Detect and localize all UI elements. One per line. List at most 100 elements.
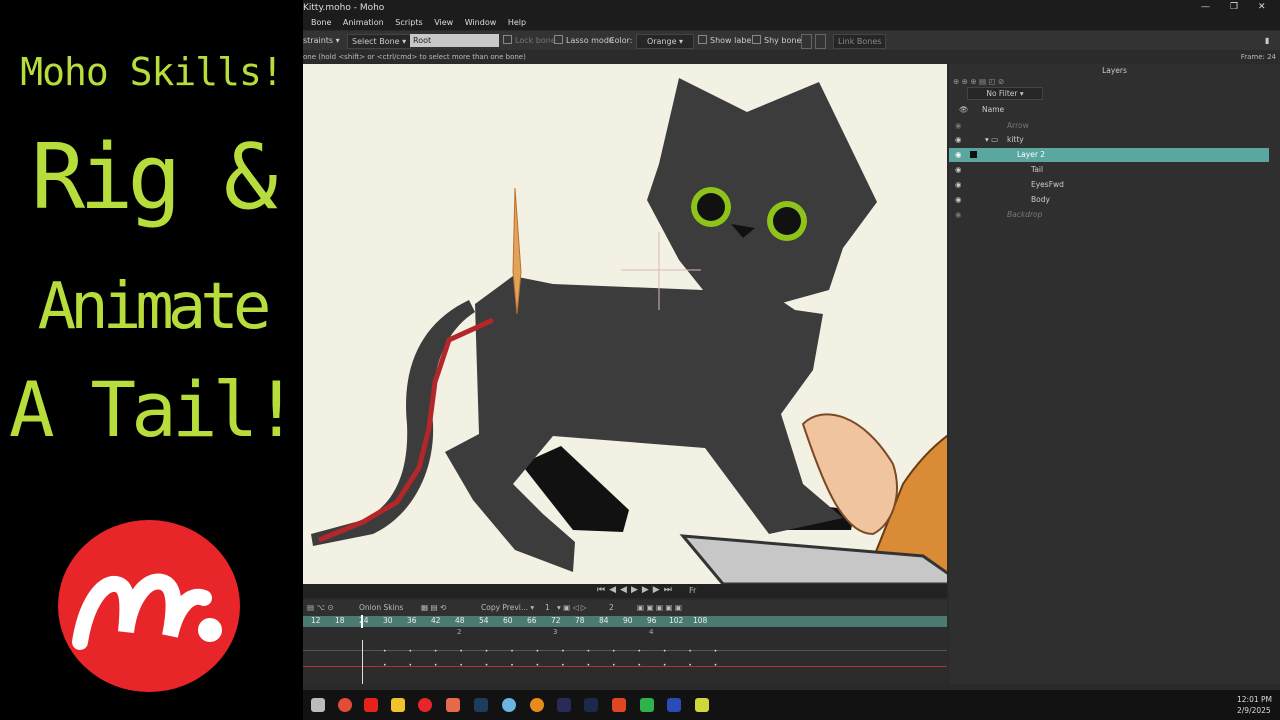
- shy-bone-label: Shy bone: [764, 36, 802, 45]
- playhead[interactable]: [361, 615, 363, 628]
- photoshop-icon[interactable]: [474, 698, 488, 712]
- timeline-tool-icons[interactable]: ▤ ⌥ ⊙: [307, 603, 334, 612]
- bone-mirror-icon[interactable]: [815, 34, 826, 49]
- second-marker: 3: [553, 628, 558, 636]
- eye-icon[interactable]: ◉: [955, 193, 962, 207]
- timeline-ruler[interactable]: 12 18 24 30 36 42 48 54 60 66 72 78 84 9…: [303, 615, 947, 628]
- bone-strength-icon[interactable]: [801, 34, 812, 49]
- moho-logo-icon: [72, 573, 222, 650]
- eye-column-icon: 👁: [959, 105, 969, 114]
- moho-app-window: Kitty.moho - Moho — ❐ ✕ Bone Animation S…: [303, 0, 1280, 720]
- stage-canvas[interactable]: [303, 64, 947, 584]
- promo-line-1: Moho Skills!: [20, 50, 284, 94]
- constraints-dropdown[interactable]: straints ▾: [303, 34, 340, 47]
- bone-name-field[interactable]: Root: [410, 34, 499, 47]
- menu-window[interactable]: Window: [465, 18, 497, 27]
- camtasia-icon[interactable]: [640, 698, 654, 712]
- layer-color-swatch: [970, 151, 977, 158]
- windows-icon[interactable]: [311, 698, 325, 712]
- step-icons[interactable]: ▾ ▣ ◁ ▷: [557, 603, 587, 612]
- taskbar: 12:01 PM 2/9/2025: [303, 690, 1280, 720]
- keyframes[interactable]: • • • • • • • • • • • • • •: [383, 648, 727, 655]
- step-field[interactable]: 1: [545, 603, 550, 612]
- misc-icon[interactable]: [695, 698, 709, 712]
- lasso-check-icon: [554, 35, 563, 44]
- minimize-button[interactable]: —: [1201, 2, 1210, 12]
- eye-icon[interactable]: ◉: [955, 119, 962, 133]
- select-bone-dropdown[interactable]: Select Bone ▾: [347, 34, 412, 49]
- copy-preview-dropdown[interactable]: Copy Previ... ▾: [481, 603, 534, 612]
- layer-row[interactable]: ◉ ▾ ▭ kitty: [949, 133, 1269, 147]
- show-label-checkbox[interactable]: Show label: [698, 34, 753, 47]
- timeline-key-icons[interactable]: ▦ ▤ ⟲: [421, 603, 446, 612]
- menu-animation[interactable]: Animation: [343, 18, 384, 27]
- shy-bone-checkbox[interactable]: Shy bone: [752, 34, 801, 47]
- lock-bone-checkbox[interactable]: Lock bone: [503, 34, 556, 47]
- vegas-icon[interactable]: [667, 698, 681, 712]
- clock-time[interactable]: 12:01 PM: [1237, 695, 1272, 704]
- ruler-tick: 36: [407, 616, 417, 625]
- layers-toolbar: ⊕ ⊕ ⊕ ▤ ◰ ⊘: [953, 77, 1005, 86]
- menu-view[interactable]: View: [434, 18, 453, 27]
- layer-name: Layer 2: [1017, 150, 1046, 159]
- layer-name: Arrow: [1007, 121, 1029, 130]
- keyframes[interactable]: • • • • • • • • • • • • • •: [383, 662, 727, 669]
- menu-help[interactable]: Help: [508, 18, 526, 27]
- panel-toggle-icon[interactable]: ▮: [1265, 34, 1274, 47]
- shy-bone-check-icon: [752, 35, 761, 44]
- menu-scripts[interactable]: Scripts: [395, 18, 422, 27]
- layer-name: EyesFwd: [1031, 180, 1064, 189]
- close-button[interactable]: ✕: [1258, 2, 1266, 12]
- name-column-header[interactable]: Name: [982, 105, 1004, 114]
- link-bones-button[interactable]: Link Bones: [833, 34, 887, 49]
- resolve-icon[interactable]: [502, 698, 516, 712]
- playback-controls: ⏮◀◀▶▶▶⏭ Fr: [303, 584, 947, 598]
- layer-name: kitty: [1007, 135, 1024, 144]
- youtube-icon[interactable]: [364, 698, 378, 712]
- hint-text: one (hold <shift> or <ctrl/cmd> to selec…: [303, 53, 526, 61]
- blender-icon[interactable]: [530, 698, 544, 712]
- onion-skins-button[interactable]: Onion Skins: [359, 603, 403, 612]
- layer-row[interactable]: ◉ EyesFwd: [949, 178, 1269, 192]
- key-tool-icons[interactable]: ▣ ▣ ▣ ▣ ▣: [637, 603, 682, 612]
- layer-filter-value: No Filter: [986, 89, 1018, 98]
- layer-row-selected[interactable]: ◉ Layer 2: [949, 148, 1269, 162]
- layer-row[interactable]: ◉ Tail: [949, 163, 1269, 177]
- eye-icon[interactable]: ◉: [955, 148, 962, 162]
- ruler-tick: 72: [551, 616, 561, 625]
- after-effects-icon[interactable]: [557, 698, 571, 712]
- layer-filter-dropdown[interactable]: No Filter ▾: [967, 87, 1043, 100]
- maximize-button[interactable]: ❐: [1230, 2, 1238, 12]
- layer-row[interactable]: ◉ Body: [949, 193, 1269, 207]
- folder-icon[interactable]: [391, 698, 405, 712]
- chrome-icon[interactable]: [338, 698, 352, 712]
- select-bone-label: Select Bone: [352, 37, 400, 46]
- layer-row[interactable]: ◉ Arrow: [949, 119, 1269, 133]
- lasso-mode-label: Lasso mode: [566, 36, 614, 45]
- eye-icon[interactable]: ◉: [955, 163, 962, 177]
- ruler-tick: 54: [479, 616, 489, 625]
- lasso-mode-checkbox[interactable]: Lasso mode: [554, 34, 614, 47]
- app-icon[interactable]: [446, 698, 460, 712]
- title-bar: Kitty.moho - Moho — ❐ ✕: [303, 0, 1280, 16]
- capcut-icon[interactable]: [612, 698, 626, 712]
- eye-icon[interactable]: ◉: [955, 133, 962, 147]
- color-dropdown[interactable]: Orange ▾: [636, 34, 694, 49]
- keys-field[interactable]: 2: [609, 603, 614, 612]
- clock-date[interactable]: 2/9/2025: [1237, 706, 1271, 715]
- show-label-check-icon: [698, 35, 707, 44]
- media-encoder-icon[interactable]: [584, 698, 598, 712]
- lock-bone-label: Lock bone: [515, 36, 556, 45]
- ruler-tick: 42: [431, 616, 441, 625]
- moho-icon[interactable]: [418, 698, 432, 712]
- eye-icon[interactable]: ◉: [955, 208, 962, 222]
- frame-field-label[interactable]: Fr: [689, 586, 696, 595]
- second-marker: 2: [457, 628, 462, 636]
- lock-bone-check-icon: [503, 35, 512, 44]
- hint-bar: one (hold <shift> or <ctrl/cmd> to selec…: [303, 51, 1280, 63]
- menu-bone[interactable]: Bone: [311, 18, 331, 27]
- eye-icon[interactable]: ◉: [955, 178, 962, 192]
- timeline-tracks[interactable]: 2 3 4 • • • • • • • • • • • • • • • • • …: [303, 628, 947, 684]
- layer-row[interactable]: ◉ Backdrop: [949, 208, 1269, 222]
- transport-buttons[interactable]: ⏮◀◀▶▶▶⏭: [597, 585, 676, 595]
